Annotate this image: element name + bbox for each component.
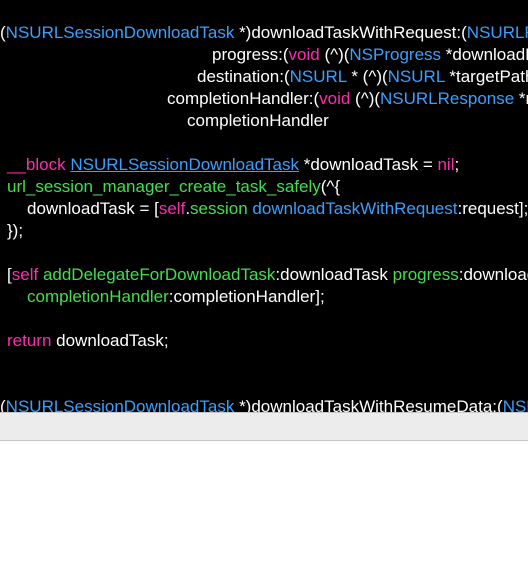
empty-panel — [0, 441, 528, 573]
code-token: self — [158, 199, 186, 218]
code-token: session — [190, 199, 248, 218]
code-token: :request]; — [457, 199, 528, 218]
code-line: url_session_manager_create_task_safely(^… — [7, 176, 340, 198]
code-token: NSURL — [387, 67, 445, 86]
code-token: void — [288, 45, 320, 64]
code-line: }); — [7, 220, 23, 242]
code-token: destination:( — [197, 67, 290, 86]
code-token: }); — [7, 221, 24, 240]
code-token: NSURLSessionDownloadTask — [5, 23, 235, 42]
code-token: *)downloadTaskWithRequest:( — [234, 23, 467, 42]
code-token: *downloadProgress))downloadProgressBlock — [445, 45, 528, 64]
code-line: progress:(void (^)(NSProgress *downloadP… — [212, 44, 528, 66]
code-token: completionHandler — [27, 287, 169, 306]
code-line: completionHandler:completionHandler]; — [27, 286, 325, 308]
code-token: NSURLSessionDownloadTask — [5, 397, 235, 412]
code-token: *targetPath, — [449, 67, 528, 86]
code-token: downloadTaskWithRequest — [252, 199, 458, 218]
code-token: return — [7, 331, 52, 350]
code-token: NSURL — [289, 67, 347, 86]
code-line: downloadTask = [self.session downloadTas… — [27, 198, 528, 220]
code-token: *)downloadTaskWithResumeData:( — [234, 397, 503, 412]
code-token: ; — [454, 155, 460, 174]
code-token: *response, NSURL *filePath, NSError *err… — [518, 89, 528, 108]
code-token: * (^)( — [346, 67, 388, 86]
code-token: downloadTask; — [51, 331, 169, 350]
code-token: progress:( — [212, 45, 289, 64]
code-token: NSURLRequest — [466, 23, 528, 42]
code-token: progress — [392, 265, 459, 284]
code-line: [self addDelegateForDownloadTask:downloa… — [7, 264, 528, 286]
code-token: void — [319, 89, 351, 108]
code-token: (^)( — [319, 45, 350, 64]
code-token: :downloadProgressBlock — [458, 265, 528, 284]
code-token: :completionHandler]; — [168, 287, 325, 306]
code-token: completionHandler — [187, 111, 329, 130]
code-token: self — [11, 265, 39, 284]
code-line: (NSURLSessionDownloadTask *)downloadTask… — [0, 396, 528, 412]
code-token: NSURLResponse — [380, 89, 515, 108]
code-line: completionHandler — [187, 110, 329, 132]
code-token: nil — [437, 155, 455, 174]
code-token: (^)( — [350, 89, 381, 108]
code-token: NSProgress — [349, 45, 442, 64]
code-token: url_session_manager_create_task_safely — [7, 177, 321, 196]
code-line: destination:(NSURL * (^)(NSURL *targetPa… — [197, 66, 528, 88]
code-line: completionHandler:(void (^)(NSURLRespons… — [167, 88, 528, 110]
code-line: return downloadTask; — [7, 330, 169, 352]
code-line: (NSURLSessionDownloadTask *)downloadTask… — [0, 22, 528, 44]
code-editor[interactable]: (NSURLSessionDownloadTask *)downloadTask… — [0, 0, 528, 412]
code-token: downloadTask = [ — [27, 199, 159, 218]
code-token: :downloadTask — [275, 265, 393, 284]
editor-divider-bar[interactable] — [0, 412, 528, 441]
code-token: NSURLSessionDownloadTask — [70, 155, 300, 174]
code-token: __block — [7, 155, 66, 174]
code-token: NSData — [502, 397, 528, 412]
code-token: (^{ — [320, 177, 341, 196]
code-token: completionHandler:( — [167, 89, 320, 108]
code-token: addDelegateForDownloadTask — [42, 265, 276, 284]
code-line: __block NSURLSessionDownloadTask *downlo… — [7, 154, 459, 176]
code-token: *downloadTask = — [299, 155, 438, 174]
